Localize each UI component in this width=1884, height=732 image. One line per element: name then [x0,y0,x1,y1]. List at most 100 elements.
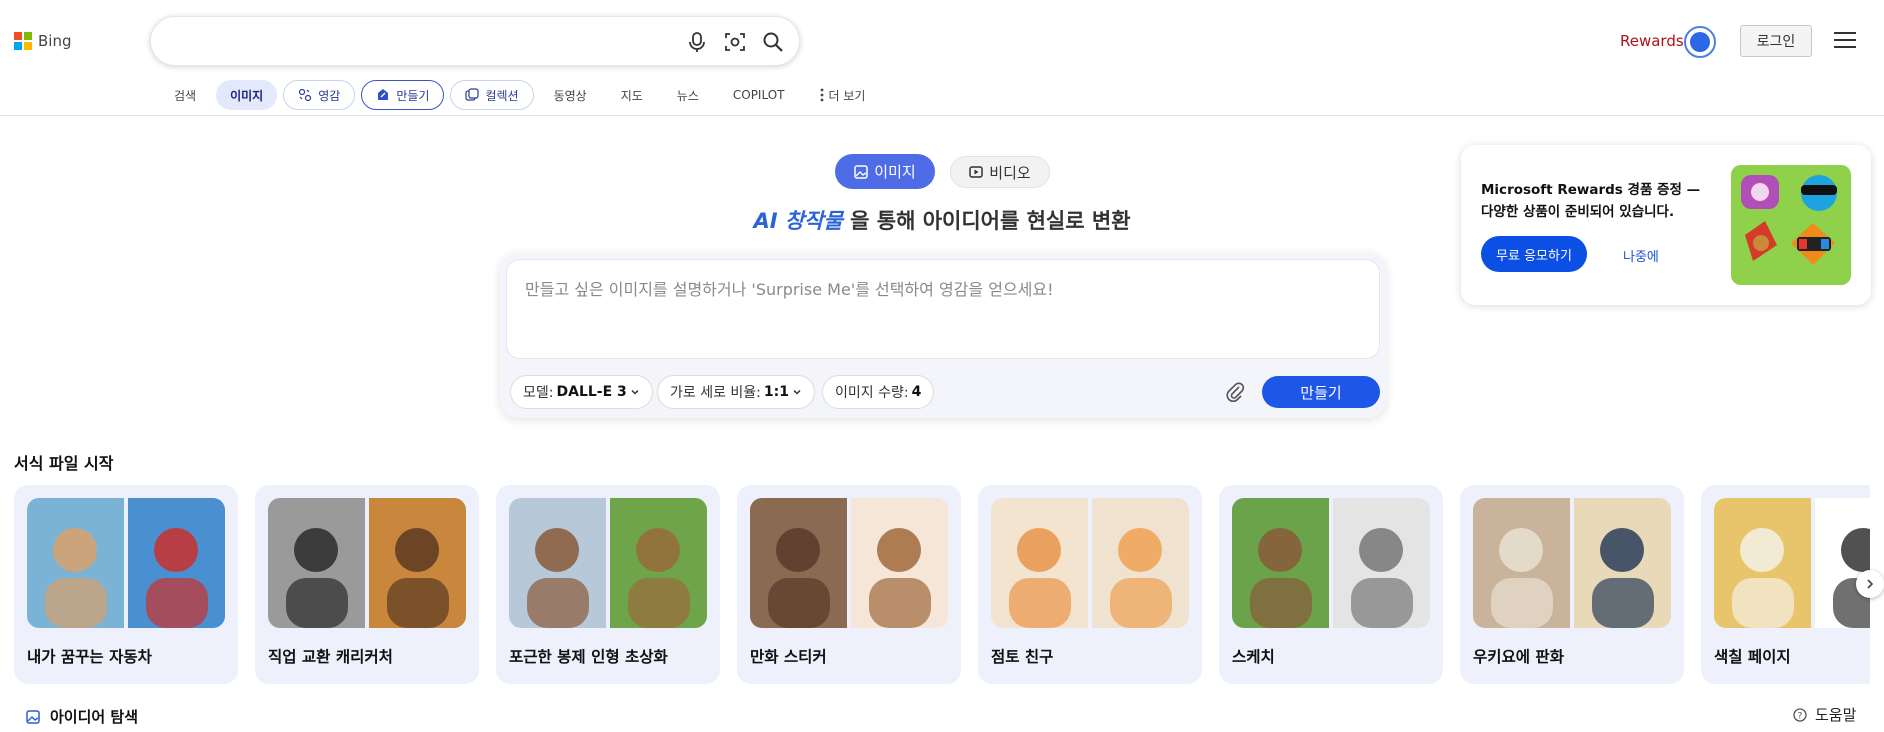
more-vertical-icon [820,88,823,102]
headline-rest: 을 통해 아이디어를 현실로 변환 [842,209,1131,233]
search-input[interactable] [173,29,693,55]
template-card[interactable]: 점토 친구 [978,485,1202,684]
ratio-label: 가로 세로 비율: [670,385,761,401]
model-value: DALL-E 3 [556,384,627,400]
template-photo-thumbnail [509,498,606,628]
template-photo-thumbnail [27,498,124,628]
template-card[interactable]: 포근한 봉제 인형 초상화 [496,485,720,684]
logo-text: Bing [38,32,72,50]
template-card[interactable]: 직업 교환 캐리커처 [255,485,479,684]
count-value: 4 [911,384,922,400]
promo-later-link[interactable]: 나중에 [1623,246,1659,265]
image-mode-button[interactable]: 이미지 [835,154,935,189]
template-card[interactable]: 우키요에 판화 [1460,485,1684,684]
logo-square-green [24,32,32,40]
template-card-label: 색칠 페이지 [1714,648,1791,666]
nav-item-label: 검색 [174,88,197,103]
rewards-link[interactable]: Rewards [1620,32,1684,50]
explore-ideas-link[interactable]: 아이디어 탐색 [26,706,138,727]
model-selector[interactable]: 모델: DALL-E 3 [510,375,653,409]
templates-section-title: 서식 파일 시작 [14,454,114,473]
template-styled-thumbnail [1333,498,1430,628]
nav-item-6[interactable]: 지도 [607,80,657,110]
nav-item-2[interactable]: 영감 [283,80,356,110]
template-styled-thumbnail [851,498,948,628]
paperclip-icon[interactable] [1224,381,1246,403]
promo-enter-button[interactable]: 무료 응모하기 [1481,236,1587,272]
bing-logo[interactable]: Bing [14,32,72,50]
template-photo-thumbnail [750,498,847,628]
inspiration-icon [299,88,312,102]
headline-highlight: AI 창작물 [753,209,843,233]
chevron-down-icon [793,389,801,395]
video-mode-label: 비디오 [989,163,1031,182]
aspect-ratio-selector[interactable]: 가로 세로 비율: 1:1 [657,375,815,409]
nav-item-7[interactable]: 뉴스 [663,80,713,110]
template-card-label: 포근한 봉제 인형 초상화 [509,648,668,666]
template-card[interactable]: 색칠 페이지 [1701,485,1870,684]
visual-search-icon[interactable] [724,31,746,53]
search-icon[interactable] [762,31,784,53]
promo-prizes-image [1731,165,1851,285]
template-card-label: 직업 교환 캐리커처 [268,648,393,666]
logo-square-yellow [24,42,32,50]
nav-item-label: COPILOT [732,88,785,102]
help-label: 도움말 [1815,706,1857,724]
vertical-nav: 검색 이미지 영감 만들기 컬렉션 동영상 지도 뉴스 COPILOT 더 보기 [160,80,885,110]
image-count-selector[interactable]: 이미지 수량: 4 [822,375,935,409]
nav-item-label: 더 보기 [828,88,866,103]
svg-text:?: ? [1798,711,1803,721]
template-styled-thumbnail [1574,498,1671,628]
search-box[interactable] [150,16,800,66]
chevron-down-icon [631,389,639,395]
nav-item-4[interactable]: 컬렉션 [450,80,534,110]
create-button[interactable]: 만들기 [1262,376,1380,408]
nav-item-3[interactable]: 만들기 [361,80,445,110]
template-carousel: 내가 꿈꾸는 자동차 직업 교환 캐리커처 포근한 봉제 인형 초상화 만화 스티커 점… [14,485,1870,685]
nav-item-label: 컬렉션 [485,88,519,103]
template-card[interactable]: 스케치 [1219,485,1443,684]
model-label: 모델: [523,385,554,401]
nav-item-label: 지도 [620,88,643,103]
nav-item-label: 동영상 [553,88,587,103]
hamburger-menu-icon[interactable] [1834,32,1856,50]
nav-item-5[interactable]: 동영상 [540,80,601,110]
nav-item-0[interactable]: 검색 [160,80,210,110]
login-button[interactable]: 로그인 [1740,25,1812,57]
template-photo-thumbnail [1232,498,1329,628]
carousel-next-button[interactable] [1856,570,1884,598]
logo-square-red [14,32,22,40]
image-icon [854,164,869,179]
rewards-medal-icon[interactable] [1684,26,1716,58]
video-mode-button[interactable]: 비디오 [950,156,1050,188]
prompt-textarea[interactable]: 만들고 싶은 이미지를 설명하거나 'Surprise Me'를 선택하여 영감… [506,259,1380,359]
header-divider [0,115,1884,116]
nav-item-8[interactable]: COPILOT [719,80,799,110]
microphone-icon[interactable] [686,31,708,53]
template-card[interactable]: 내가 꿈꾸는 자동차 [14,485,238,684]
template-card-label: 내가 꿈꾸는 자동차 [27,648,152,666]
template-styled-thumbnail [369,498,466,628]
explore-label: 아이디어 탐색 [50,708,139,726]
page-headline: AI 창작물 을 통해 아이디어를 현실로 변환 [600,205,1284,235]
promo-text: Microsoft Rewards 경품 증정 — 다양한 상품이 준비되어 있… [1481,182,1701,220]
ratio-value: 1:1 [763,384,789,400]
template-photo-thumbnail [1473,498,1570,628]
template-photo-thumbnail [1714,498,1811,628]
template-styled-thumbnail [610,498,707,628]
help-link[interactable]: ? 도움말 [1793,704,1856,725]
prompt-card: 만들고 싶은 이미지를 설명하거나 'Surprise Me'를 선택하여 영감… [500,253,1386,418]
template-styled-thumbnail [1815,498,1870,628]
rewards-promo-card: Microsoft Rewards 경품 증정 — 다양한 상품이 준비되어 있… [1461,145,1871,305]
image-icon [26,709,40,724]
template-photo-thumbnail [268,498,365,628]
help-icon: ? [1793,707,1807,722]
nav-item-1[interactable]: 이미지 [216,80,278,110]
collection-icon [465,88,480,101]
video-icon [969,166,984,178]
template-styled-thumbnail [1092,498,1189,628]
nav-item-9[interactable]: 더 보기 [805,80,880,110]
nav-item-label: 이미지 [230,88,264,103]
template-card[interactable]: 만화 스티커 [737,485,961,684]
template-card-label: 만화 스티커 [750,648,827,666]
